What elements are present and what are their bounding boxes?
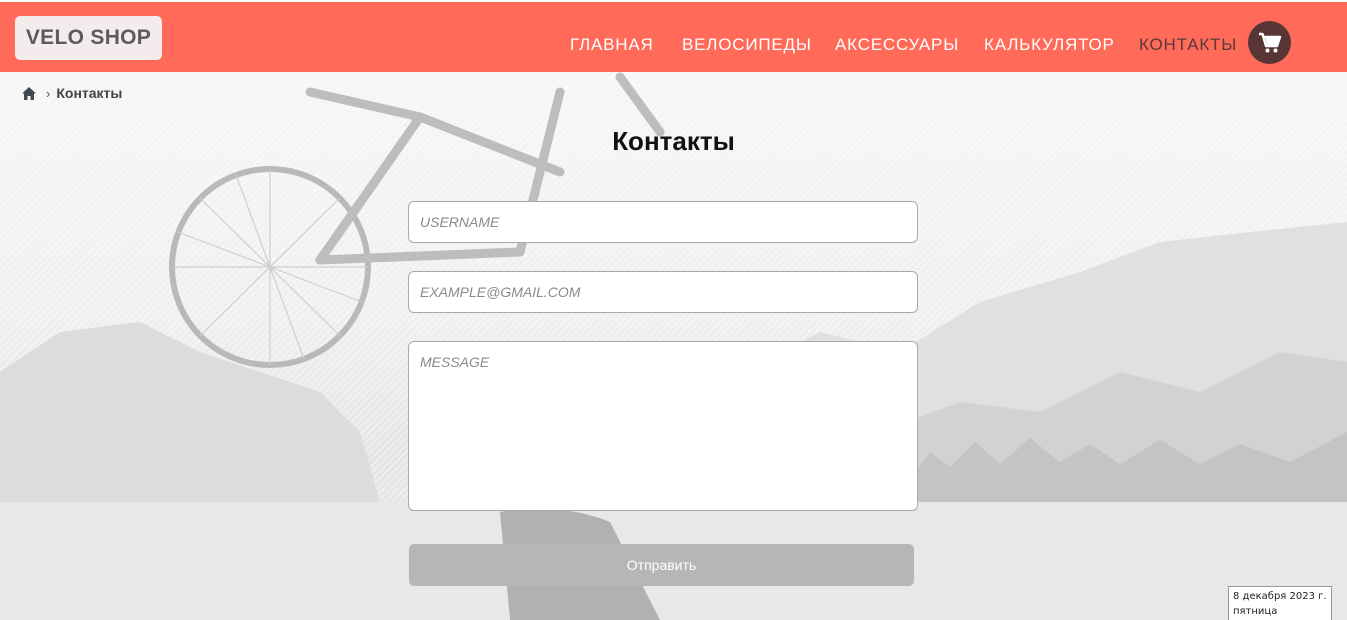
submit-button[interactable]: Отправить	[409, 544, 914, 586]
shopping-cart-icon	[1258, 32, 1281, 52]
nav-item-bicycles[interactable]: ВЕЛОСИПЕДЫ	[682, 35, 812, 55]
weekday-text: пятница	[1233, 606, 1278, 617]
breadcrumb: › Контакты	[21, 85, 122, 101]
nav-item-contacts[interactable]: КОНТАКТЫ	[1139, 35, 1237, 55]
home-icon[interactable]	[21, 86, 37, 101]
site-logo[interactable]: VELO SHOP	[15, 16, 162, 60]
cart-button[interactable]	[1248, 21, 1291, 64]
breadcrumb-current: Контакты	[56, 85, 123, 101]
nav-item-calculator[interactable]: КАЛЬКУЛЯТОР	[984, 35, 1115, 55]
date-text: 8 декабря 2023 г.	[1233, 591, 1327, 602]
date-widget: 8 декабря 2023 г. пятница	[1228, 586, 1332, 620]
breadcrumb-separator: ›	[46, 85, 51, 101]
username-input[interactable]	[408, 201, 918, 243]
page-title: Контакты	[612, 126, 735, 156]
nav-item-accessories[interactable]: АКСЕССУАРЫ	[835, 35, 959, 55]
site-header: VELO SHOP ГЛАВНАЯ ВЕЛОСИПЕДЫ АКСЕССУАРЫ …	[0, 2, 1347, 72]
message-textarea[interactable]	[408, 341, 918, 511]
nav-item-home[interactable]: ГЛАВНАЯ	[570, 35, 654, 55]
email-input[interactable]	[408, 271, 918, 313]
